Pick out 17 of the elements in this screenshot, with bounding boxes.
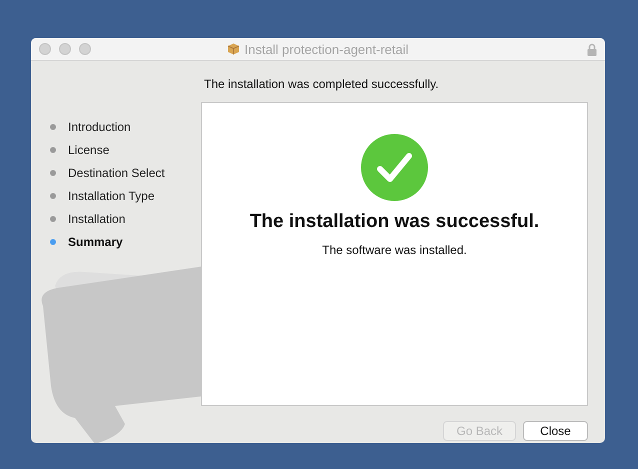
step-label: Destination Select <box>68 166 165 180</box>
step-label: License <box>68 142 110 156</box>
close-window-button[interactable] <box>39 43 51 55</box>
step-label: Installation Type <box>68 188 155 202</box>
step-label: Installation <box>68 212 126 226</box>
status-heading: The installation was completed successfully. <box>203 76 440 93</box>
checkmark-icon <box>361 134 428 201</box>
package-icon <box>227 43 240 55</box>
window-title: Install protection-agent-retail <box>244 42 409 56</box>
step-label: Introduction <box>68 120 131 134</box>
dialog-button[interactable]: Close <box>523 421 588 441</box>
zoom-window-button[interactable] <box>79 43 91 55</box>
success-message: The software was installed. <box>322 243 467 257</box>
minimize-window-button[interactable] <box>59 43 71 55</box>
lock-icon <box>587 42 597 56</box>
step-label: Summary <box>68 234 123 248</box>
success-title: The installation was successful. <box>250 211 540 233</box>
